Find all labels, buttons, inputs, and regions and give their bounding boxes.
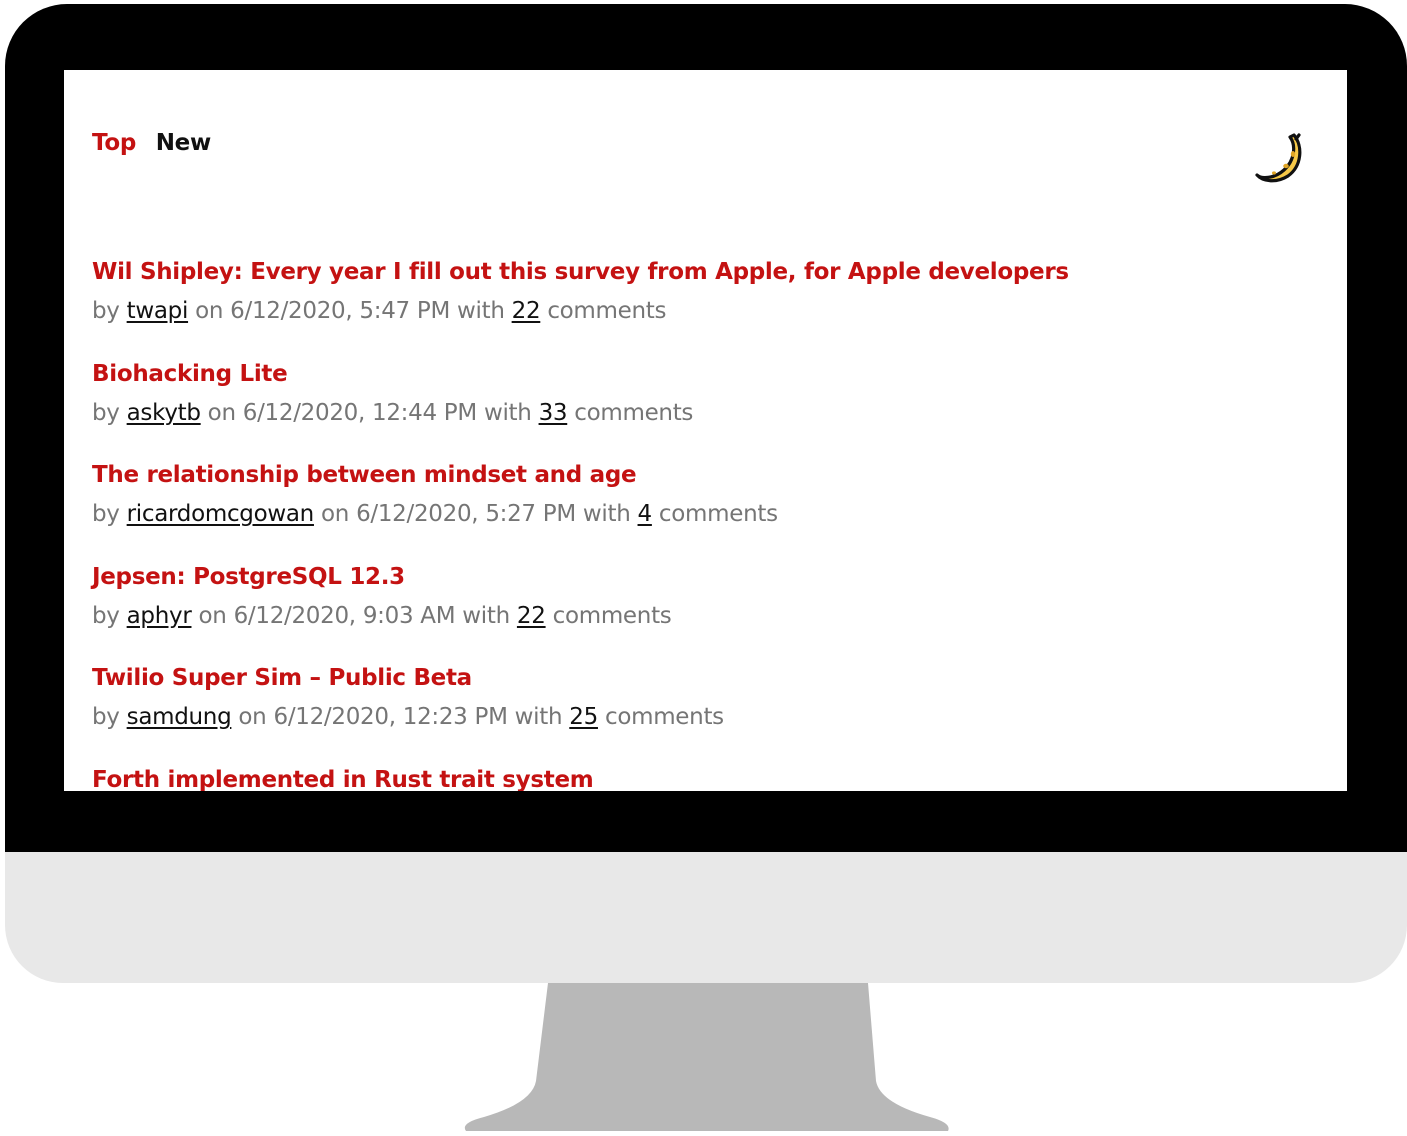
meta-by-label: by bbox=[92, 399, 120, 426]
meta-on-label: on bbox=[207, 399, 236, 426]
author-link[interactable]: ricardomcgowan bbox=[127, 501, 315, 527]
meta-with-label: with bbox=[462, 602, 510, 629]
story-item: Twilio Super Sim – Public Beta by samdun… bbox=[92, 662, 1319, 764]
moon-icon bbox=[1255, 133, 1302, 183]
tab-new[interactable]: New bbox=[156, 130, 212, 156]
story-meta: by samdung on 6/12/2020, 12:23 PM with 2… bbox=[92, 702, 1319, 732]
meta-on-label: on bbox=[198, 602, 227, 629]
meta-with-label: with bbox=[582, 501, 631, 527]
story-meta: by ricardomcgowan on 6/12/2020, 5:27 PM … bbox=[92, 499, 1319, 529]
monitor-chin bbox=[5, 852, 1407, 983]
meta-comments-label: comments bbox=[552, 602, 672, 629]
comments-count-link[interactable]: 22 bbox=[512, 298, 541, 324]
meta-on-label: on bbox=[195, 298, 224, 324]
author-link[interactable]: aphyr bbox=[127, 603, 192, 629]
comments-count-link[interactable]: 33 bbox=[539, 400, 568, 426]
story-title-link[interactable]: Biohacking Lite bbox=[92, 358, 1319, 390]
author-link[interactable]: samdung bbox=[127, 704, 232, 730]
story-title-link[interactable]: Wil Shipley: Every year I fill out this … bbox=[92, 256, 1319, 288]
meta-on-label: on bbox=[320, 501, 350, 527]
meta-comments-label: comments bbox=[604, 704, 724, 730]
story-title-link[interactable]: Twilio Super Sim – Public Beta bbox=[92, 662, 1319, 694]
story-item: Forth implemented in Rust trait system bbox=[92, 764, 1319, 792]
story-date: 6/12/2020, 9:03 AM bbox=[233, 602, 456, 629]
meta-comments-label: comments bbox=[547, 298, 667, 324]
meta-on-label: on bbox=[238, 704, 267, 730]
comments-count-link[interactable]: 4 bbox=[638, 501, 653, 527]
top-nav: Top New bbox=[92, 130, 223, 156]
story-item: Biohacking Lite by askytb on 6/12/2020, … bbox=[92, 358, 1319, 460]
story-date: 6/12/2020, 5:27 PM bbox=[356, 501, 576, 527]
meta-by-label: by bbox=[92, 501, 120, 527]
app-screen: Top New Wil Shipley: Every year I fill o… bbox=[64, 70, 1347, 791]
meta-with-label: with bbox=[483, 399, 532, 426]
meta-by-label: by bbox=[92, 298, 120, 324]
meta-with-label: with bbox=[514, 704, 563, 730]
comments-count-link[interactable]: 25 bbox=[569, 704, 598, 730]
story-title-link[interactable]: Forth implemented in Rust trait system bbox=[92, 764, 1319, 792]
story-meta: by askytb on 6/12/2020, 12:44 PM with 33… bbox=[92, 398, 1319, 428]
story-meta: by aphyr on 6/12/2020, 9:03 AM with 22 c… bbox=[92, 601, 1319, 631]
meta-by-label: by bbox=[92, 704, 120, 730]
meta-with-label: with bbox=[457, 298, 505, 324]
theme-toggle-button[interactable] bbox=[1252, 130, 1310, 188]
meta-by-label: by bbox=[92, 602, 120, 629]
story-meta: by twapi on 6/12/2020, 5:47 PM with 22 c… bbox=[92, 296, 1319, 326]
story-list: Wil Shipley: Every year I fill out this … bbox=[92, 256, 1319, 791]
story-date: 6/12/2020, 12:23 PM bbox=[273, 704, 508, 730]
meta-comments-label: comments bbox=[658, 501, 778, 527]
story-date: 6/12/2020, 5:47 PM bbox=[230, 298, 450, 324]
story-item: The relationship between mindset and age… bbox=[92, 459, 1319, 561]
story-title-link[interactable]: Jepsen: PostgreSQL 12.3 bbox=[92, 561, 1319, 593]
author-link[interactable]: twapi bbox=[127, 298, 189, 324]
tab-top[interactable]: Top bbox=[92, 130, 136, 156]
story-date: 6/12/2020, 12:44 PM bbox=[242, 399, 477, 426]
story-item: Wil Shipley: Every year I fill out this … bbox=[92, 256, 1319, 358]
monitor-stand bbox=[464, 983, 949, 1131]
comments-count-link[interactable]: 22 bbox=[517, 603, 546, 629]
story-item: Jepsen: PostgreSQL 12.3 by aphyr on 6/12… bbox=[92, 561, 1319, 663]
meta-comments-label: comments bbox=[574, 399, 694, 426]
story-title-link[interactable]: The relationship between mindset and age bbox=[92, 459, 1319, 491]
author-link[interactable]: askytb bbox=[127, 400, 201, 426]
